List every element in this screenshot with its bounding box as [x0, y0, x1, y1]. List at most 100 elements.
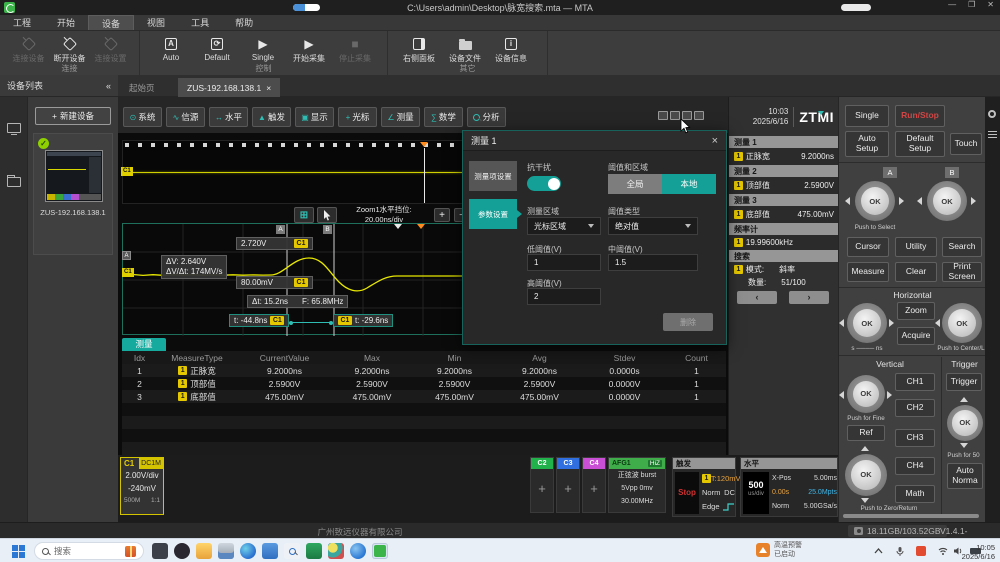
tab-close-icon[interactable]: ×: [266, 83, 271, 93]
h-knob-left-arrow[interactable]: [839, 319, 844, 327]
math-button[interactable]: Math: [895, 485, 935, 503]
freq-counter-header[interactable]: 频率计: [729, 223, 839, 235]
auto-button[interactable]: A Auto: [148, 34, 194, 62]
ch4-button[interactable]: CH4: [895, 457, 935, 475]
v-position-down-arrow[interactable]: [861, 498, 869, 503]
search-next-button[interactable]: ›: [789, 291, 829, 304]
segment-local[interactable]: 本地: [662, 174, 716, 194]
menu-tools[interactable]: 工具: [178, 15, 222, 30]
horizontal-status[interactable]: 水平 500 us/div X-Pos 5.00ms 0.00s 25.0Mpt…: [740, 457, 838, 517]
scope-menu-trigger[interactable]: ▲触发: [252, 107, 291, 127]
anti-interference-toggle[interactable]: [527, 176, 561, 191]
chevron-up-icon[interactable]: [874, 547, 883, 556]
channel-c3-add[interactable]: C3 +: [556, 457, 580, 513]
auto-normal-button[interactable]: Auto Norma: [947, 463, 983, 489]
new-device-button[interactable]: + 新建设备: [35, 107, 111, 125]
horizontal-scale-knob[interactable]: OK: [942, 303, 982, 343]
measure-table-tab[interactable]: 测量: [122, 338, 166, 351]
channel-c1-status[interactable]: C1 DC1M 2.00V/div -240mV 500M 1:1: [120, 457, 164, 515]
measure-2-header[interactable]: 测量 2: [729, 165, 839, 177]
add-zoom-button[interactable]: ⊞: [294, 207, 314, 223]
menu-view[interactable]: 视图: [134, 15, 178, 30]
measure-1-value-row[interactable]: 1 正脉宽 9.2000ns: [729, 148, 839, 165]
device-view-icon[interactable]: [7, 123, 21, 133]
mta-app-icon-active[interactable]: [372, 543, 388, 559]
scope-menu-analyze[interactable]: 分析: [467, 107, 506, 127]
cursor-b-label[interactable]: B: [323, 225, 332, 234]
file-explorer-icon[interactable]: [196, 543, 212, 559]
collapse-icon[interactable]: [670, 111, 680, 120]
auto-setup-button[interactable]: Auto Setup: [845, 131, 889, 157]
scope-menu-math[interactable]: ∑数学: [424, 107, 463, 127]
weather-widget[interactable]: 高温预警 已启动: [756, 541, 802, 559]
zoom-button[interactable]: Zoom: [897, 302, 935, 320]
calculator-icon[interactable]: [218, 543, 234, 559]
measure-1-header[interactable]: 测量 1: [729, 136, 839, 148]
trigger-level-knob[interactable]: OK: [947, 405, 983, 441]
device-info-button[interactable]: i 设备信息: [488, 34, 534, 64]
scope-menu-measure[interactable]: ∠测量: [381, 107, 420, 127]
trigger-menu-button[interactable]: Trigger: [946, 373, 982, 391]
v-position-up-arrow[interactable]: [861, 446, 869, 451]
pointer-tool-button[interactable]: [317, 207, 337, 223]
settings-gear-icon[interactable]: [988, 110, 996, 118]
vertical-scale-knob[interactable]: OK: [847, 375, 885, 413]
collapse-sidebar-button[interactable]: «: [106, 81, 111, 91]
connect-device-button[interactable]: 连接设备: [8, 34, 49, 64]
maximize-button[interactable]: ❐: [968, 0, 975, 9]
taskbar-clock[interactable]: 10:05 2025/6/16: [962, 543, 995, 562]
search-header[interactable]: 搜索: [729, 250, 839, 262]
c1-trace-marker[interactable]: C1: [122, 268, 134, 277]
v-knob-right-arrow[interactable]: [887, 391, 892, 399]
channel-c2-add[interactable]: C2 +: [530, 457, 554, 513]
tab-device[interactable]: ZUS-192.168.138.1 ×: [178, 78, 280, 97]
ch1-button[interactable]: CH1: [895, 373, 935, 391]
threshold-type-select[interactable]: 绝对值: [608, 217, 698, 235]
knob-a-right-arrow[interactable]: [899, 197, 904, 205]
start-button[interactable]: [12, 545, 25, 558]
menu-help[interactable]: 帮助: [222, 15, 266, 30]
capture-icon[interactable]: [658, 111, 668, 120]
table-row[interactable]: 2 1顶部值 2.5900V 2.5900V 2.5900V 2.5900V 0…: [122, 377, 726, 390]
measure-button[interactable]: Measure: [847, 262, 889, 282]
stop-acquire-button[interactable]: ■ 停止采集: [332, 34, 378, 64]
segment-global[interactable]: 全局: [608, 174, 662, 194]
single-button[interactable]: ▶ Single: [240, 34, 286, 62]
microphone-icon[interactable]: [896, 547, 904, 558]
trigger-position-marker[interactable]: [420, 142, 428, 147]
high-threshold-input[interactable]: 2: [527, 288, 601, 305]
low-threshold-input[interactable]: 1: [527, 254, 601, 271]
start-acquire-button[interactable]: ▶ 开始采集: [286, 34, 332, 64]
default-setup-button[interactable]: Default Setup: [895, 131, 945, 157]
measure-3-value-row[interactable]: 1 底部值 475.00mV: [729, 206, 839, 223]
edge-browser-icon[interactable]: [240, 543, 256, 559]
trigger-status[interactable]: 触发 Stop 1 T:120mV Norm DC Ed­ge: [672, 457, 736, 517]
ch2-button[interactable]: CH2: [895, 399, 935, 417]
clear-button[interactable]: Clear: [895, 262, 937, 282]
utility-button[interactable]: Utility: [895, 237, 937, 257]
paint-app-icon[interactable]: [328, 543, 344, 559]
menu-device[interactable]: 设备: [88, 15, 134, 30]
scope-menu-display[interactable]: ▣显示: [295, 107, 334, 127]
knob-a-left-arrow[interactable]: [845, 197, 850, 205]
connection-settings-button[interactable]: 连接设置: [90, 34, 131, 64]
close-button[interactable]: ✕: [987, 0, 994, 9]
default-button[interactable]: ⟳ Default: [194, 34, 240, 62]
taskbar-search[interactable]: 搜索: [34, 542, 144, 560]
display-mode-icon[interactable]: [694, 111, 704, 120]
channel-c4-add[interactable]: C4 +: [582, 457, 606, 513]
mid-threshold-input[interactable]: 1.5: [608, 254, 698, 271]
measure-3-header[interactable]: 测量 3: [729, 194, 839, 206]
table-row[interactable]: 3 1底部值 475.00mV 475.00mV 475.00mV 475.00…: [122, 390, 726, 403]
cursor-button[interactable]: Cursor: [847, 237, 889, 257]
multipurpose-knob-a[interactable]: OK: [855, 181, 895, 221]
multipurpose-knob-b[interactable]: OK: [927, 181, 967, 221]
scope-menu-source[interactable]: ∿信源: [166, 107, 205, 127]
h-scale-knob-left-arrow[interactable]: [935, 319, 940, 327]
ch3-button[interactable]: CH3: [895, 429, 935, 447]
print-screen-button[interactable]: Print Screen: [942, 262, 982, 282]
scope-menu-cursor[interactable]: +光标: [338, 107, 377, 127]
table-row[interactable]: 1 1正脉宽 9.2000ns 9.2000ns 9.2000ns 9.2000…: [122, 364, 726, 377]
zoom-region-line[interactable]: [424, 148, 425, 203]
delete-button[interactable]: 删除: [663, 313, 713, 331]
